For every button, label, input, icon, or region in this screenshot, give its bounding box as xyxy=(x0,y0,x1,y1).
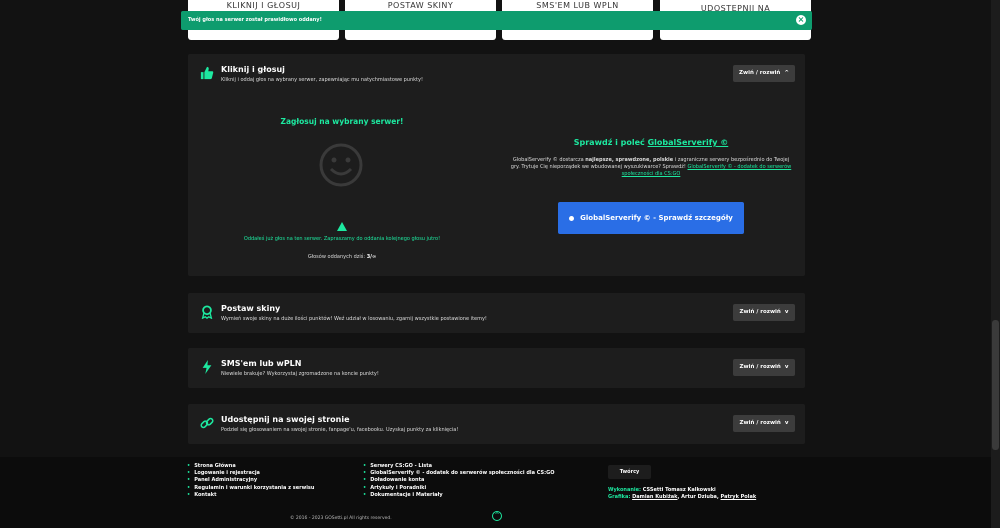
footer-link[interactable]: Kontakt xyxy=(187,492,314,499)
authors-button[interactable]: Twórcy xyxy=(608,465,651,479)
card-subtitle: Wymień swoje skiny na duże ilości punktó… xyxy=(221,316,487,322)
footer-link[interactable]: Doładowanie konta xyxy=(363,477,554,484)
gs-link[interactable]: GlobalServerify © xyxy=(648,138,729,147)
card-title: SMS'em lub wPLN xyxy=(221,359,302,368)
card-subtitle: Niewiele brakuje? Wykorzystaj zgromadzon… xyxy=(221,371,379,377)
scrollbar[interactable] xyxy=(991,0,1000,528)
collapse-toggle-button[interactable]: Zwiń / rozwiń ^ xyxy=(733,65,795,82)
info-icon xyxy=(569,215,575,221)
votes-today: Głosów oddanych dziś: 3/∞ xyxy=(307,254,377,260)
card-subtitle: Kliknij i oddaj głos na wybrany serwer, … xyxy=(221,77,423,83)
author-link[interactable]: Patryk Polak xyxy=(721,494,757,500)
warning-icon xyxy=(337,222,347,231)
smiley-icon xyxy=(319,143,363,187)
scrollbar-thumb[interactable] xyxy=(992,320,999,450)
expand-toggle-button[interactable]: Zwiń / rozwiń v xyxy=(733,359,795,376)
link-icon xyxy=(200,417,214,429)
card-title: Udostępnij na swojej stronie xyxy=(221,415,350,424)
footer-links-main: Strona Główna Logowanie i rejestracja Pa… xyxy=(187,463,314,499)
close-icon[interactable]: × xyxy=(796,15,806,25)
footer-link[interactable]: Panel Administracyjny xyxy=(187,477,314,484)
footer-link[interactable]: GlobalServerify © - dodatek do serwerów … xyxy=(363,470,554,477)
lightning-icon xyxy=(202,360,212,374)
footer-link[interactable]: Strona Główna xyxy=(187,463,314,470)
chevron-up-icon: ^ xyxy=(494,512,500,519)
scroll-top-button[interactable]: ^ xyxy=(492,511,502,521)
toast-message: Twój głos na serwer został prawidłowo od… xyxy=(188,17,322,23)
footer: Strona Główna Logowanie i rejestracja Pa… xyxy=(0,457,991,528)
chevron-down-icon: v xyxy=(784,309,789,315)
vote-heading: Zagłosuj na wybrany serwer! xyxy=(280,117,404,126)
sms-card: SMS'em lub wPLN Niewiele brakuje? Wykorz… xyxy=(188,348,805,388)
success-toast: Twój głos na serwer został prawidłowo od… xyxy=(181,11,812,30)
globalserverify-section: Sprawdź i poleć GlobalServerify © Global… xyxy=(506,138,796,234)
gs-details-button[interactable]: GlobalServerify © - Sprawdź szczegóły xyxy=(558,202,744,234)
card-subtitle: Podziel się głosowaniem na swojej stroni… xyxy=(221,427,459,433)
footer-link[interactable]: Logowanie i rejestracja xyxy=(187,470,314,477)
card-title: Kliknij i głosuj xyxy=(221,65,285,74)
footer-link[interactable]: Artykuły i Poradniki xyxy=(363,485,554,492)
authors-credits: Wykonanie: CSSetti Tomasz Kalkowski Graf… xyxy=(608,487,757,500)
card-title: Postaw skiny xyxy=(221,304,281,313)
chevron-up-icon: ^ xyxy=(784,70,789,76)
award-icon xyxy=(201,305,213,319)
chevron-down-icon: v xyxy=(784,364,789,370)
thumbs-up-icon xyxy=(200,66,214,80)
share-card: Udostępnij na swojej stronie Podziel się… xyxy=(188,404,805,444)
chevron-down-icon: v xyxy=(784,420,789,426)
already-voted-message: Oddałeś już głos na ten serwer. Zaprasza… xyxy=(243,236,441,242)
vote-card: Kliknij i głosuj Kliknij i oddaj głos na… xyxy=(188,54,805,276)
skins-card: Postaw skiny Wymień swoje skiny na duże … xyxy=(188,293,805,333)
author-link[interactable]: Damian Kubiżak xyxy=(632,494,677,500)
vote-section: Zagłosuj na wybrany serwer! Oddałeś już … xyxy=(188,104,496,260)
copyright: © 2016 - 2023 GOSetti.pl All rights rese… xyxy=(290,516,392,521)
gs-description: GlobalServerify © dostarcza najlepsze, s… xyxy=(510,157,792,177)
footer-links-services: Serwery CS:GO - Lista GlobalServerify © … xyxy=(363,463,554,499)
expand-toggle-button[interactable]: Zwiń / rozwiń v xyxy=(733,304,795,321)
footer-link[interactable]: Regulamin i warunki korzystania z serwis… xyxy=(187,485,314,492)
expand-toggle-button[interactable]: Zwiń / rozwiń v xyxy=(733,415,795,432)
footer-link[interactable]: Dokumentacje i Materiały xyxy=(363,492,554,499)
vote-card-header: Kliknij i głosuj Kliknij i oddaj głos na… xyxy=(188,54,805,94)
gs-heading: Sprawdź i poleć GlobalServerify © xyxy=(573,138,729,147)
